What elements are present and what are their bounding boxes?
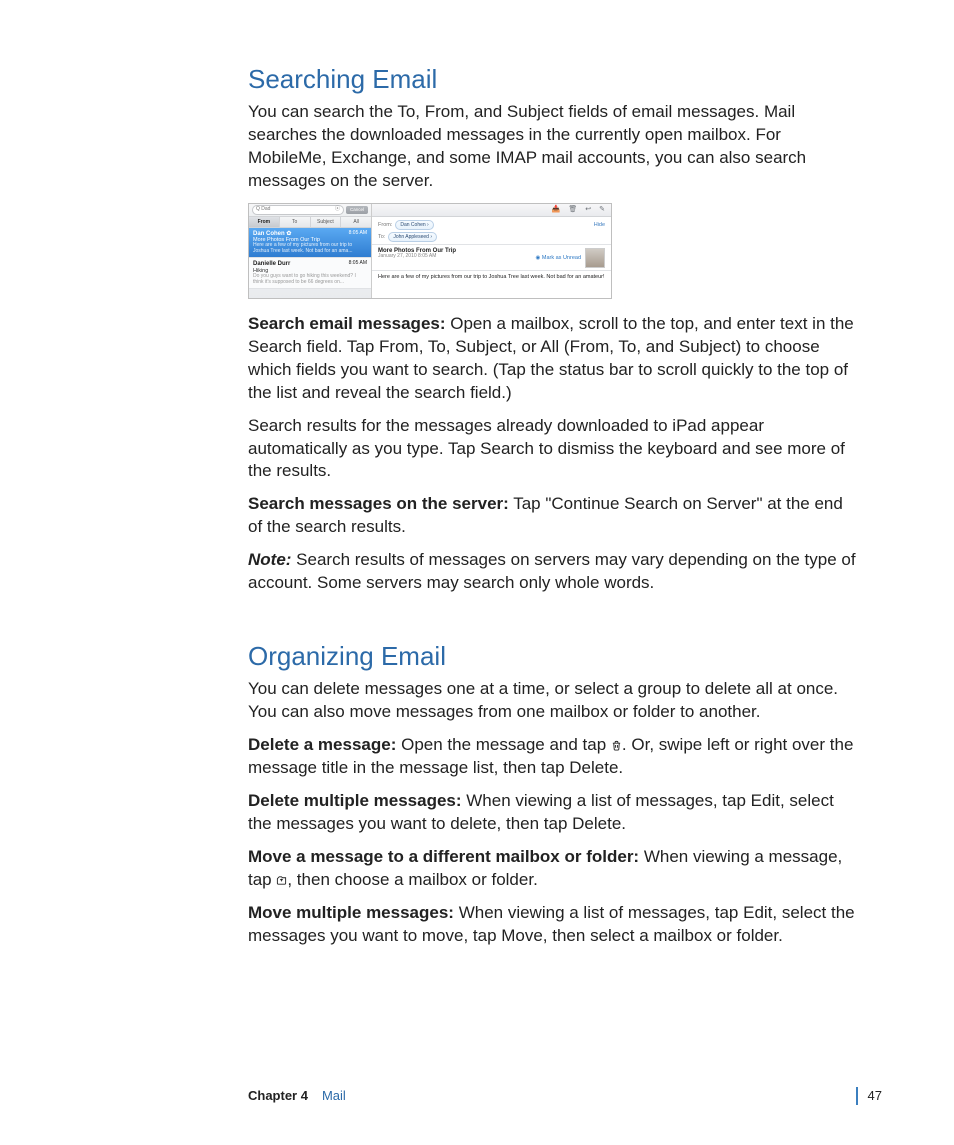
trash-icon (611, 740, 622, 751)
paragraph-delete-multiple: Delete multiple messages: When viewing a… (248, 790, 858, 836)
avatar (585, 248, 605, 268)
move-icon: 📥 (552, 206, 561, 214)
mail-list-item-selected: Dan Cohen ✿8:05 AM More Photos From Our … (249, 228, 371, 259)
trash-icon: 🗑 (568, 206, 577, 214)
compose-icon: ✎ (599, 206, 605, 214)
scope-segment-mock: From To Subject All (249, 217, 371, 228)
intro-paragraph-1: You can search the To, From, and Subject… (248, 101, 858, 193)
cancel-button-mock: Cancel (346, 206, 368, 214)
page-number: 47 (856, 1087, 882, 1105)
paragraph-move-multiple: Move multiple messages: When viewing a l… (248, 902, 858, 948)
mail-list-item: Danielle Durr8:05 AM Hiking Do you guys … (249, 258, 371, 289)
move-folder-icon (276, 875, 287, 886)
paragraph-results: Search results for the messages already … (248, 415, 858, 484)
heading-organizing-email: Organizing Email (248, 639, 858, 674)
intro-paragraph-2: You can delete messages one at a time, o… (248, 678, 858, 724)
paragraph-delete-message: Delete a message: Open the message and t… (248, 734, 858, 780)
heading-searching-email: Searching Email (248, 62, 858, 97)
mail-search-screenshot: Q Dad ⓧ Cancel From To Subject All Dan C… (248, 203, 612, 299)
paragraph-search-server: Search messages on the server: Tap "Cont… (248, 493, 858, 539)
paragraph-search-email: Search email messages: Open a mailbox, s… (248, 313, 858, 405)
chapter-name: Mail (322, 1087, 346, 1105)
page-footer: Chapter 4 Mail 47 (248, 1087, 882, 1105)
paragraph-move-message: Move a message to a different mailbox or… (248, 846, 858, 892)
paragraph-note: Note: Search results of messages on serv… (248, 549, 858, 595)
reply-icon: ↩ (585, 206, 591, 214)
chapter-label: Chapter 4 (248, 1087, 308, 1105)
search-field-mock: Q Dad ⓧ (252, 205, 344, 215)
